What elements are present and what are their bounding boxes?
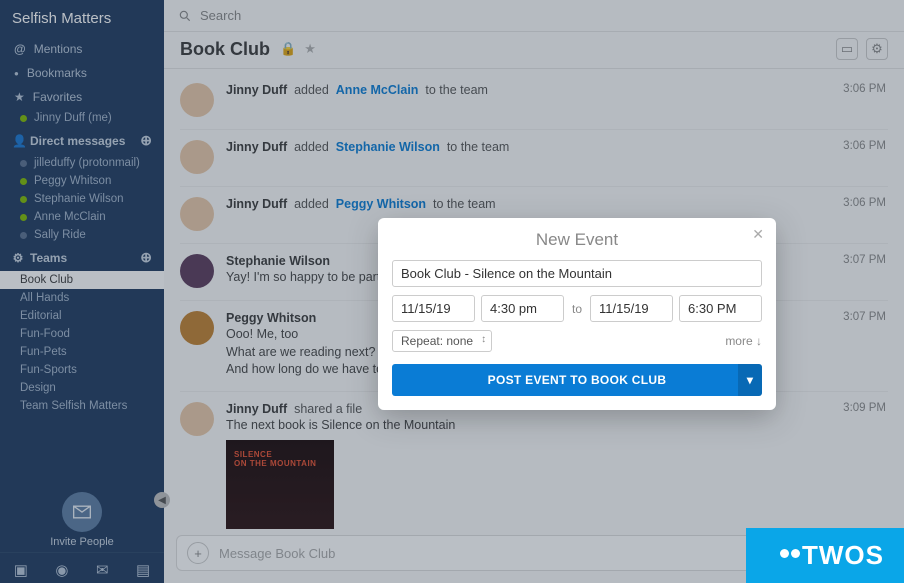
post-event-button[interactable]: POST EVENT TO BOOK CLUB ▾ (392, 364, 762, 396)
channel-title: Book Club (180, 39, 270, 60)
nav-favorites[interactable]: Favorites (0, 85, 164, 109)
message-time: 3:06 PM (843, 140, 886, 152)
nav-mentions[interactable]: Mentions (0, 37, 164, 61)
team-item-book-club[interactable]: Book Club (0, 271, 164, 289)
dm-item[interactable]: jilleduffy (protonmail) (0, 154, 164, 172)
dm-item[interactable]: Stephanie Wilson (0, 190, 164, 208)
watermark-badge: TWOS (746, 528, 904, 583)
invite-people-button[interactable] (62, 492, 102, 532)
sidebar: Selfish Matters Mentions Bookmarks Favor… (0, 0, 164, 583)
tab-icon-2[interactable]: ◉ (51, 557, 72, 583)
message-time: 3:06 PM (843, 197, 886, 209)
video-call-button[interactable]: ▭ (836, 38, 858, 60)
privacy-icon[interactable]: 🔒 (280, 41, 296, 57)
channel-header: Book Club 🔒 ★ ▭ ⚙ (164, 32, 904, 69)
post-dropdown-caret[interactable]: ▾ (738, 364, 762, 396)
start-time-input[interactable] (481, 295, 564, 322)
message-item: Jinny Duff added Anne McClain to the tea… (164, 77, 904, 125)
repeat-select[interactable]: Repeat: none (392, 330, 492, 352)
tab-icon-3[interactable]: ✉ (92, 557, 113, 583)
dm-item[interactable]: Sally Ride (0, 226, 164, 244)
file-attachment[interactable]: SILENCE ON THE MOUNTAIN 🖼 silence on the… (226, 440, 888, 529)
dm-section-header[interactable]: 👤Direct messages ⊕ (0, 127, 164, 154)
person-icon: 👤 (12, 134, 24, 148)
dm-item[interactable]: Peggy Whitson (0, 172, 164, 190)
avatar[interactable] (180, 311, 214, 345)
attach-button[interactable]: + (187, 542, 209, 564)
add-dm-button[interactable]: ⊕ (140, 132, 152, 149)
nav-bookmarks[interactable]: Bookmarks (0, 61, 164, 85)
team-item[interactable]: Team Selfish Matters (0, 397, 164, 415)
message-time: 3:06 PM (843, 83, 886, 95)
avatar[interactable] (180, 197, 214, 231)
settings-gear-button[interactable]: ⚙ (866, 38, 888, 60)
tab-icon-1[interactable]: ▣ (10, 557, 32, 583)
workspace-title[interactable]: Selfish Matters (0, 0, 164, 37)
favorite-star-icon[interactable]: ★ (304, 41, 316, 57)
message-time: 3:07 PM (843, 254, 886, 266)
tab-icon-4[interactable]: ▤ (132, 557, 154, 583)
new-event-modal: ✕ New Event to Repeat: none more ↓ POST … (378, 218, 776, 410)
team-item[interactable]: All Hands (0, 289, 164, 307)
team-item[interactable]: Editorial (0, 307, 164, 325)
message-item: Jinny Duff shared a file The next book i… (164, 396, 904, 530)
teams-section-header[interactable]: ⚙Teams ⊕ (0, 244, 164, 271)
user-link[interactable]: Anne McClain (336, 83, 419, 97)
bottom-tab-bar: ▣ ◉ ✉ ▤ (0, 552, 164, 583)
mail-icon (72, 502, 92, 522)
message-time: 3:07 PM (843, 311, 886, 323)
user-link[interactable]: Stephanie Wilson (336, 140, 440, 154)
team-item[interactable]: Design (0, 379, 164, 397)
team-item[interactable]: Fun-Sports (0, 361, 164, 379)
event-title-input[interactable] (392, 260, 762, 287)
message-time: 3:09 PM (843, 402, 886, 414)
start-date-input[interactable] (392, 295, 475, 322)
search-icon (178, 9, 192, 23)
avatar[interactable] (180, 83, 214, 117)
composer-placeholder: Message Book Club (219, 546, 335, 561)
message-item: Jinny Duff added Stephanie Wilson to the… (164, 134, 904, 182)
invite-label: Invite People (0, 536, 164, 548)
end-time-input[interactable] (679, 295, 762, 322)
to-label: to (570, 302, 584, 316)
more-options-link[interactable]: more ↓ (725, 334, 762, 348)
search-placeholder: Search (200, 8, 241, 23)
modal-title: New Event (392, 230, 762, 250)
book-cover-image[interactable]: SILENCE ON THE MOUNTAIN (226, 440, 334, 529)
invite-area: ◀ Invite People (0, 482, 164, 552)
avatar[interactable] (180, 140, 214, 174)
team-item[interactable]: Fun-Pets (0, 343, 164, 361)
search-bar[interactable]: Search (164, 0, 904, 32)
team-item[interactable]: Fun-Food (0, 325, 164, 343)
nav-self-user[interactable]: Jinny Duff (me) (0, 109, 164, 127)
close-icon[interactable]: ✕ (752, 226, 764, 243)
teams-icon: ⚙ (12, 251, 24, 265)
dm-item[interactable]: Anne McClain (0, 208, 164, 226)
user-link[interactable]: Peggy Whitson (336, 197, 426, 211)
avatar[interactable] (180, 402, 214, 436)
avatar[interactable] (180, 254, 214, 288)
end-date-input[interactable] (590, 295, 673, 322)
add-team-button[interactable]: ⊕ (140, 249, 152, 266)
